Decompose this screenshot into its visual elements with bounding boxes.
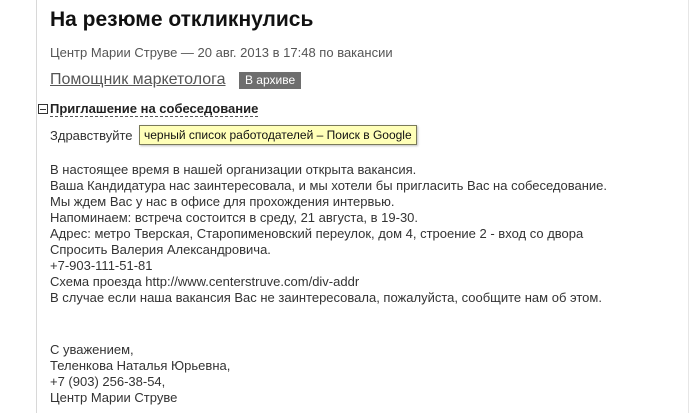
message-line: +7 (903) 256-38-54, [50,374,166,389]
right-divider [688,0,689,413]
left-divider [36,0,37,413]
vacancy-link[interactable]: Помощник маркетолога [50,71,226,88]
collapse-minus-icon[interactable] [38,104,48,114]
message-line: В случае если наша вакансия Вас не заинт… [50,290,602,305]
message-line: Напоминаем: встреча состоится в среду, 2… [50,210,419,225]
page-title: На резюме откликнулись [50,8,314,31]
message-line: С уважением, [50,342,134,357]
message-line: Мы ждем Вас у нас в офисе для прохождени… [50,194,395,209]
message-line: Теленкова Наталья Юрьевна, [50,358,231,373]
message-line: Спросить Валерия Александровича. [50,242,271,257]
invitation-section-toggle[interactable]: Приглашение на собеседование [50,101,259,117]
response-meta: Центр Марии Струве — 20 авг. 2013 в 17:4… [50,45,393,60]
message-line: Схема проезда http://www.centerstruve.co… [50,274,360,289]
message-line: +7-903-111-51-81 [50,258,153,273]
archive-badge: В архиве [238,71,302,89]
message-line: Здравствуйте [50,128,133,143]
tooltip: черный список работодателей – Поиск в Go… [139,125,417,145]
message-line: В настоящее время в нашей организации от… [50,162,417,177]
message-line: Центр Марии Струве [50,390,178,405]
message-line: Адрес: метро Тверская, Старопименовский … [50,226,584,241]
message-line: Ваша Кандидатура нас заинтересовала, и м… [50,178,608,193]
vacancy-row: Помощник маркетолога В архиве [50,71,302,91]
